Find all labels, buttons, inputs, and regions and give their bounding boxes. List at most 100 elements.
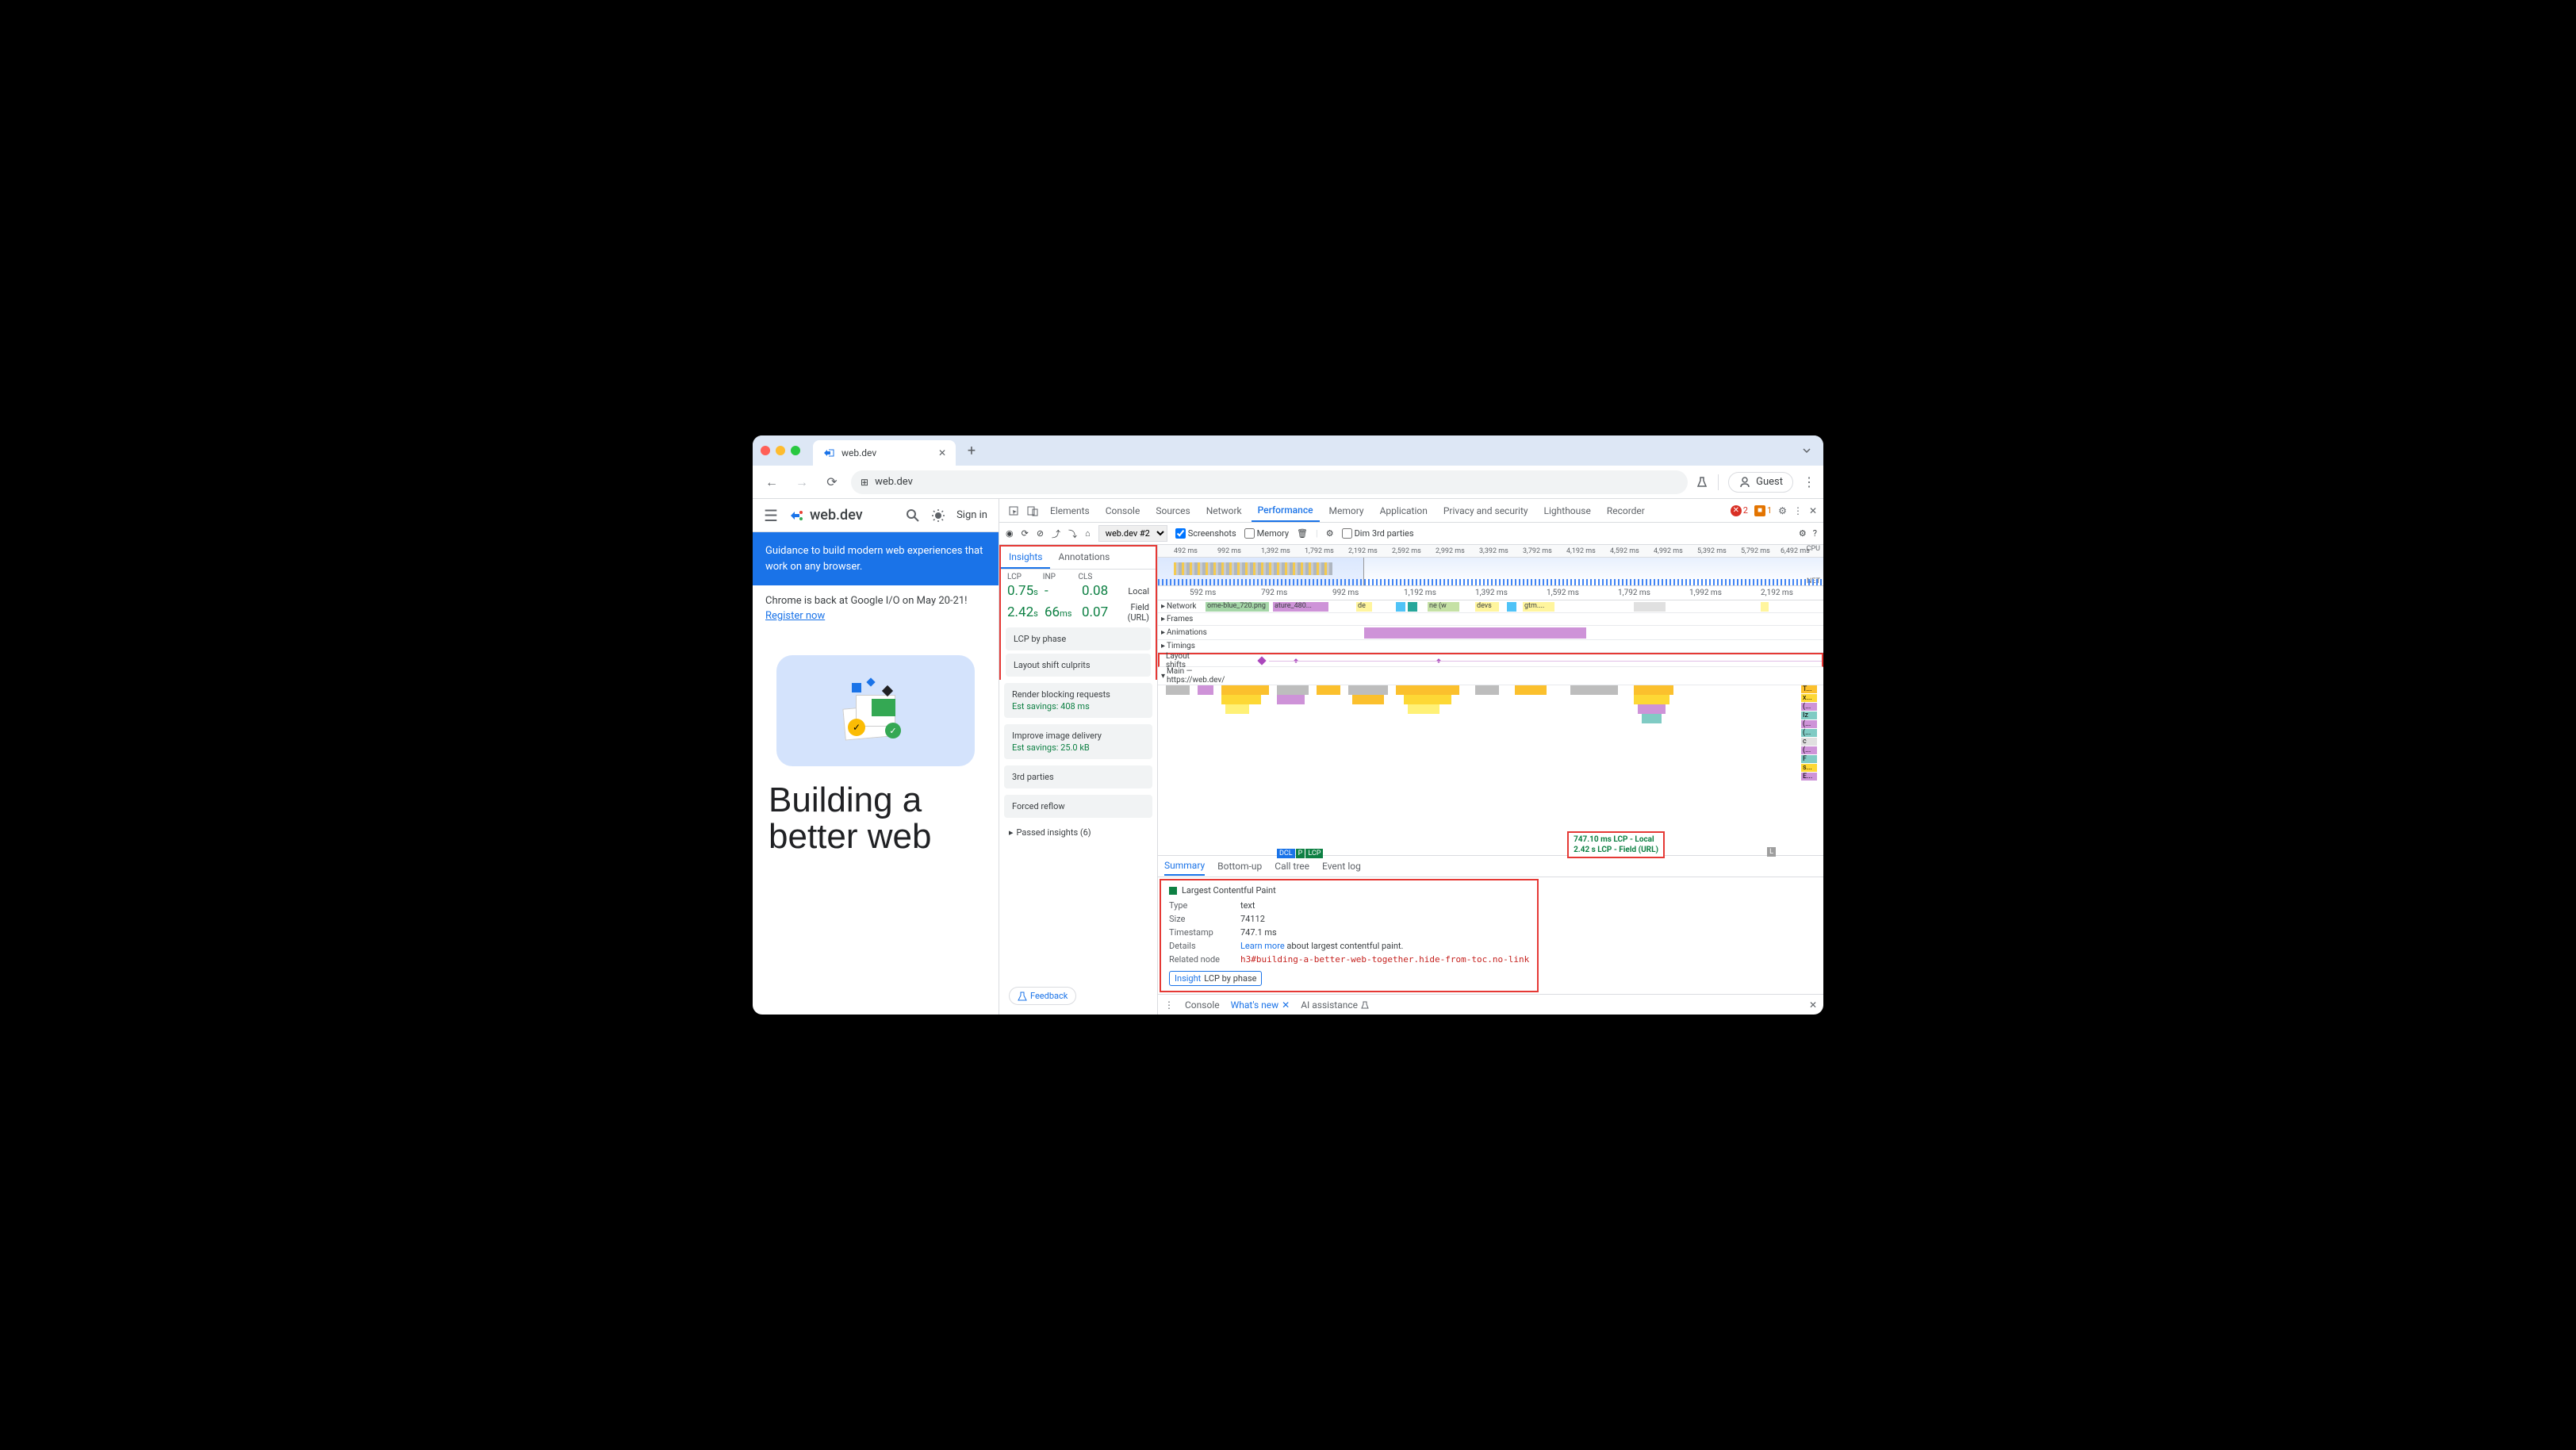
- metrics-field: 2.42s 66ms 0.07 Field (URL): [1001, 600, 1156, 624]
- summary-body: Largest Contentful Paint Typetext Size74…: [1160, 879, 1539, 992]
- feedback-button[interactable]: Feedback: [1009, 987, 1076, 1005]
- browser-tab[interactable]: web.dev ✕: [813, 440, 956, 466]
- summary-tab-eventlog[interactable]: Event log: [1322, 857, 1361, 875]
- drawer: ⋮ Console What's new ✕ AI assistance ✕: [1158, 994, 1823, 1015]
- insight-image-delivery[interactable]: Improve image delivery Est savings: 25.0…: [1004, 724, 1152, 759]
- devtools-tab-elements[interactable]: Elements: [1044, 501, 1096, 521]
- reload-button[interactable]: ⟳: [821, 471, 843, 493]
- insight-layout-shift-culprits[interactable]: Layout shift culprits: [1006, 654, 1151, 677]
- insight-3rd-parties[interactable]: 3rd parties: [1004, 765, 1152, 788]
- labs-icon[interactable]: [1696, 476, 1708, 489]
- devtools-tab-memory[interactable]: Memory: [1323, 501, 1370, 521]
- record-button[interactable]: ◉: [1006, 528, 1014, 539]
- devtools-tab-network[interactable]: Network: [1200, 501, 1248, 521]
- overview-ruler[interactable]: 492 ms 992 ms 1,392 ms 1,792 ms 2,192 ms…: [1158, 545, 1823, 558]
- track-main[interactable]: ▾ Main — https://web.dev/: [1158, 667, 1823, 685]
- devtools-close-icon[interactable]: ✕: [1809, 505, 1817, 516]
- banner-io: Chrome is back at Google I/O on May 20-2…: [753, 585, 999, 631]
- hero-illustration: ✓ ✓: [776, 655, 975, 766]
- tab-overflow-button[interactable]: [1798, 442, 1815, 459]
- devtools-tab-performance[interactable]: Performance: [1252, 500, 1320, 522]
- new-tab-button[interactable]: +: [960, 439, 983, 462]
- site-settings-icon[interactable]: ⊞: [861, 477, 868, 488]
- devtools-tab-recorder[interactable]: Recorder: [1600, 501, 1651, 521]
- annotations-tab[interactable]: Annotations: [1050, 547, 1117, 569]
- drawer-tab-ai[interactable]: AI assistance: [1301, 999, 1369, 1011]
- drawer-close-icon[interactable]: ✕: [1809, 999, 1817, 1011]
- settings-toggle-icon[interactable]: ⚙: [1326, 528, 1334, 539]
- tab-close-button[interactable]: ✕: [938, 447, 946, 458]
- lcp-marker-callout: 747.10 ms LCP - Local 2.42 s LCP - Field…: [1567, 831, 1665, 858]
- summary-tab-calltree[interactable]: Call tree: [1275, 857, 1309, 875]
- device-toggle-icon[interactable]: [1025, 503, 1041, 519]
- overview-minimap[interactable]: NET: [1158, 558, 1823, 586]
- signin-link[interactable]: Sign in: [956, 509, 987, 521]
- site-logo[interactable]: web.dev: [789, 507, 863, 524]
- insight-render-blocking[interactable]: Render blocking requests Est savings: 40…: [1004, 683, 1152, 718]
- home-button[interactable]: ⌂: [1085, 528, 1091, 539]
- devtools-more-icon[interactable]: ⋮: [1793, 505, 1803, 516]
- track-network[interactable]: ▸ Network ome-blue_720.png ature_480... …: [1158, 600, 1823, 613]
- insights-tab[interactable]: Insights: [1001, 547, 1050, 569]
- clear-button[interactable]: ⊘: [1037, 528, 1044, 539]
- profile-button[interactable]: Guest: [1728, 472, 1793, 493]
- insight-lcp-chip[interactable]: Insight LCP by phase: [1169, 971, 1262, 986]
- screenshots-checkbox[interactable]: Screenshots: [1175, 528, 1236, 539]
- devtools-tab-privacy[interactable]: Privacy and security: [1437, 501, 1535, 521]
- insights-panel: Insights Annotations LCP INP CLS 0: [999, 545, 1158, 1015]
- menu-icon[interactable]: ☰: [764, 506, 778, 525]
- back-button[interactable]: ←: [761, 471, 783, 493]
- maximize-window-button[interactable]: [791, 446, 800, 455]
- track-frames[interactable]: ▸ Frames: [1158, 613, 1823, 626]
- window-controls: [761, 446, 800, 455]
- recording-select[interactable]: web.dev #2: [1098, 525, 1167, 542]
- download-button[interactable]: ⤵: [1068, 527, 1077, 540]
- devtools-tab-lighthouse[interactable]: Lighthouse: [1538, 501, 1597, 521]
- settings-icon[interactable]: ⚙: [1778, 505, 1787, 516]
- url-text: web.dev: [875, 476, 913, 488]
- browser-menu-button[interactable]: ⋮: [1803, 474, 1815, 489]
- devtools-tab-sources[interactable]: Sources: [1149, 501, 1196, 521]
- register-link[interactable]: Register now: [765, 610, 825, 622]
- summary-tab-bottomup[interactable]: Bottom-up: [1217, 857, 1262, 875]
- memory-checkbox[interactable]: Memory: [1244, 528, 1289, 539]
- close-window-button[interactable]: [761, 446, 770, 455]
- inspect-icon[interactable]: [1006, 503, 1022, 519]
- upload-button[interactable]: ⤴: [1052, 527, 1060, 540]
- forward-button[interactable]: →: [791, 471, 813, 493]
- track-timings[interactable]: ▸ Timings: [1158, 640, 1823, 653]
- warning-count[interactable]: ■1: [1754, 505, 1772, 516]
- hero-title: Building a better web: [753, 782, 999, 855]
- metrics-local: 0.75s - 0.08 Local: [1001, 581, 1156, 600]
- track-layout-shifts[interactable]: Layout shifts: [1158, 653, 1823, 667]
- drawer-tab-whatsnew[interactable]: What's new ✕: [1231, 999, 1290, 1011]
- related-node-link[interactable]: h3#building-a-better-web-together.hide-f…: [1240, 954, 1529, 965]
- theme-toggle-icon[interactable]: [931, 508, 945, 523]
- help-icon[interactable]: ?: [1813, 528, 1817, 539]
- drawer-menu-icon[interactable]: ⋮: [1164, 999, 1174, 1011]
- insight-forced-reflow[interactable]: Forced reflow: [1004, 795, 1152, 818]
- detail-ruler[interactable]: 592 ms 792 ms 992 ms 1,192 ms 1,392 ms 1…: [1158, 586, 1823, 600]
- insight-lcp-by-phase[interactable]: LCP by phase: [1006, 627, 1151, 650]
- devtools-tab-application[interactable]: Application: [1374, 501, 1434, 521]
- flame-chart[interactable]: T... x... (... Iz (... (... c (... F s..…: [1158, 685, 1823, 855]
- gc-button[interactable]: 🗑: [1297, 528, 1308, 539]
- browser-window: web.dev ✕ + ← → ⟳ ⊞ web.dev Guest ⋮: [753, 435, 1823, 1015]
- summary-tab-summary[interactable]: Summary: [1164, 857, 1205, 876]
- devtools-panel: Elements Console Sources Network Perform…: [999, 499, 1823, 1015]
- drawer-tab-console[interactable]: Console: [1185, 999, 1220, 1011]
- insights-tabs: Insights Annotations: [1001, 547, 1156, 570]
- reload-record-button[interactable]: ⟳: [1022, 528, 1029, 539]
- search-icon[interactable]: [906, 508, 920, 523]
- tab-title: web.dev: [841, 447, 876, 458]
- passed-insights-toggle[interactable]: ▸ Passed insights (6): [999, 821, 1157, 844]
- learn-more-link[interactable]: Learn more: [1240, 941, 1285, 951]
- error-count[interactable]: ✕2: [1731, 505, 1748, 516]
- capture-settings-icon[interactable]: ⚙: [1799, 528, 1807, 539]
- dim-3rd-parties-checkbox[interactable]: Dim 3rd parties: [1342, 528, 1414, 539]
- minimize-window-button[interactable]: [776, 446, 785, 455]
- url-input[interactable]: ⊞ web.dev: [851, 470, 1688, 494]
- devtools-tab-console[interactable]: Console: [1099, 501, 1147, 521]
- track-animations[interactable]: ▸ Animations: [1158, 626, 1823, 640]
- browser-tab-bar: web.dev ✕ +: [753, 435, 1823, 466]
